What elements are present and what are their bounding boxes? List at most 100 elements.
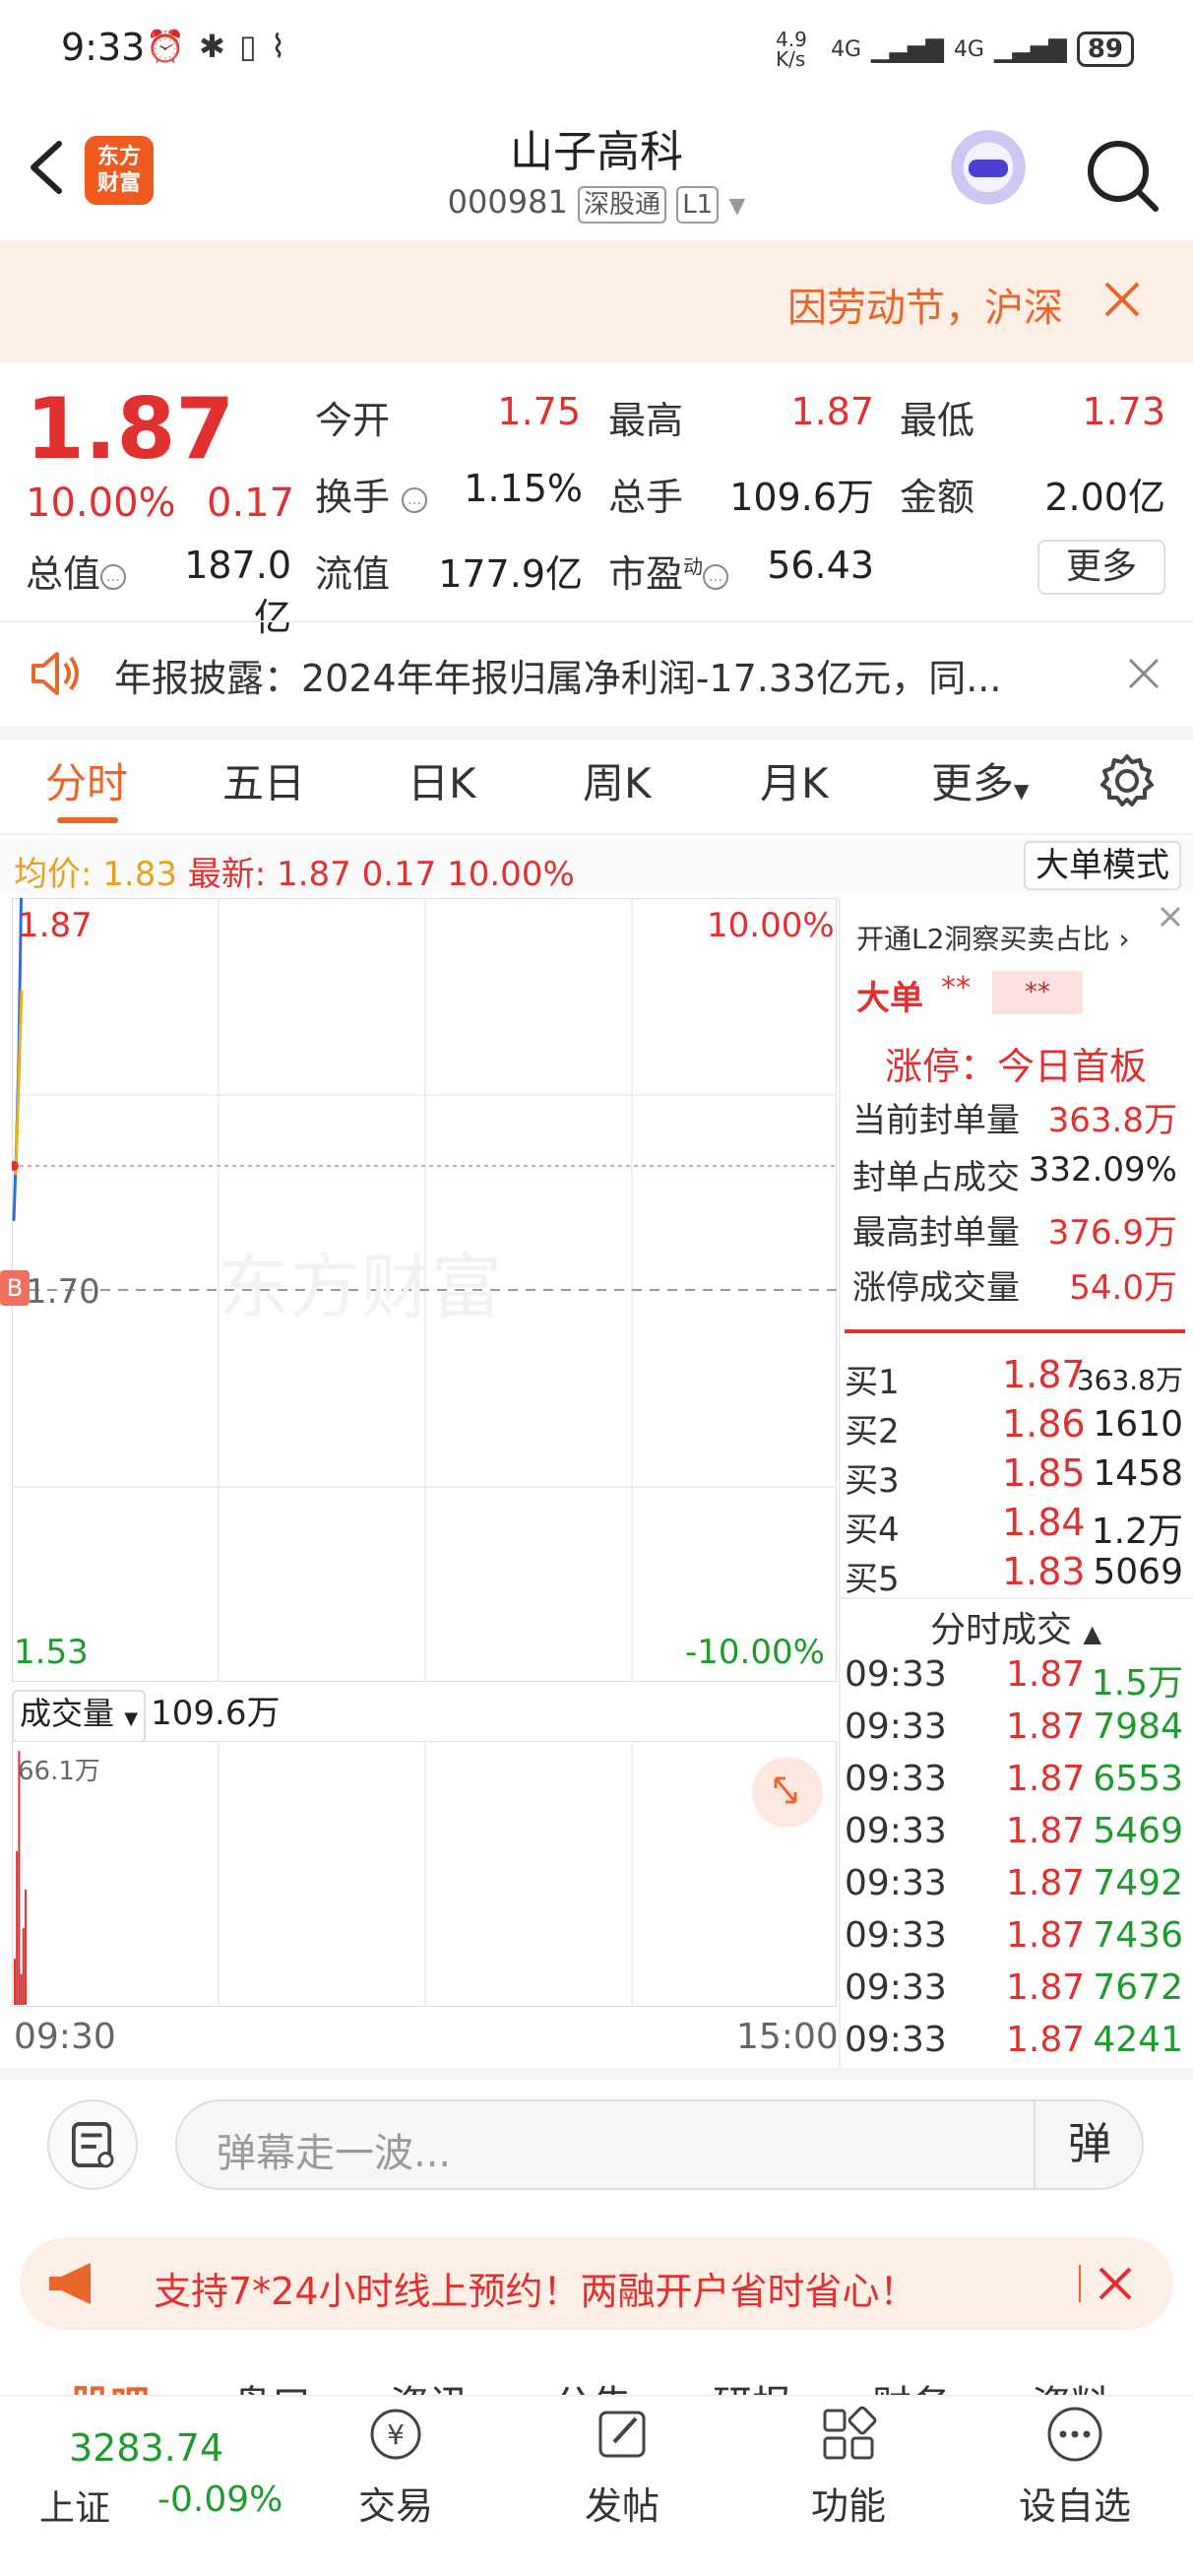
orderbook-label: 买3 [845, 1461, 900, 1501]
intraday-chart[interactable]: 东方财富 [12, 898, 837, 1682]
stat-label: 当前封单量 [852, 1101, 1020, 1140]
orderbook-label: 买2 [845, 1412, 900, 1451]
net-4g-2: 4G [953, 36, 984, 62]
assistant-robot-icon[interactable] [947, 130, 1030, 213]
tick-volume: 4241 [1093, 2020, 1183, 2060]
divider [839, 1597, 1193, 1599]
trade-button[interactable]: ¥ 交易 [317, 2403, 474, 2530]
turnover-label-text: 换手 [315, 476, 391, 519]
info-icon[interactable]: … [703, 563, 729, 590]
ticks-header-label: 分时成交 [930, 1610, 1073, 1650]
add-watchlist-label: 设自选 [1018, 2484, 1131, 2528]
edit-icon [598, 2411, 646, 2458]
mcap-label-text: 总值 [26, 552, 101, 596]
svg-text:¥: ¥ [387, 2418, 405, 2451]
float-value: 177.9亿 [438, 552, 583, 596]
trade-label: 交易 [357, 2484, 433, 2528]
tab-intraday[interactable]: 分时 [45, 750, 128, 810]
tab-daily-k[interactable]: 日K [408, 750, 476, 810]
tab-weekly-k[interactable]: 周K [583, 750, 652, 810]
stat-label: 封单占成交 [852, 1158, 1020, 1197]
avg-label: 均价: [14, 855, 93, 894]
function-button[interactable]: 功能 [770, 2403, 927, 2530]
stat-label: 涨停成交量 [852, 1268, 1020, 1308]
tab-monthly-k[interactable]: 月K [760, 750, 829, 810]
speaker-icon [31, 652, 79, 695]
index-change[interactable]: -0.09% [157, 2479, 283, 2520]
close-icon[interactable] [1095, 2263, 1136, 2304]
tab-5day[interactable]: 五日 [222, 750, 305, 810]
limit-up-status: 涨停：今日首板 [884, 1045, 1147, 1088]
stat-value: 363.8万 [1047, 1101, 1177, 1140]
promo-text: 支持7*24小时线上预约！两融开户省时省心！ [154, 2270, 917, 2313]
chart-bottom-price: 1.53 [14, 1633, 89, 1672]
tick-price: 1.87 [1006, 1863, 1086, 1903]
tick-price: 1.87 [1006, 2020, 1086, 2060]
divider [0, 727, 1193, 741]
more-button[interactable]: 更多 [1037, 540, 1165, 595]
tick-price: 1.87 [1006, 1811, 1086, 1851]
close-icon[interactable] [1124, 654, 1163, 693]
tab-more[interactable]: 更多▼ [931, 750, 1029, 810]
chart-bottom-pct: -10.00% [685, 1633, 825, 1672]
close-icon[interactable] [1154, 900, 1187, 934]
volume-bar [16, 1850, 19, 2005]
low-value: 1.73 [1082, 390, 1165, 433]
big-order-label: 大单 [856, 979, 923, 1018]
comment-list-icon[interactable] [47, 2099, 138, 2190]
volume-label: 总手 [608, 476, 684, 519]
l2-promo[interactable]: 开通L2洞察买卖占比 › [856, 918, 1130, 957]
tick-time: 09:33 [845, 1759, 947, 1799]
orderbook-price: 1.84 [1002, 1501, 1086, 1544]
expand-icon[interactable] [752, 1757, 823, 1828]
tag-l1: L1 [676, 186, 720, 224]
amount-label: 金额 [900, 476, 975, 519]
tick-volume: 1.5万 [1091, 1663, 1183, 1704]
float-label: 流值 [315, 552, 391, 596]
pe-value: 56.43 [767, 544, 874, 587]
net-4g-1: 4G [831, 36, 862, 62]
tick-time: 09:33 [845, 1707, 947, 1747]
mcap-value: 187.0亿 [184, 544, 291, 639]
buy-marker[interactable]: B [0, 1270, 30, 1306]
index-value[interactable]: 3283.74 [69, 2426, 223, 2470]
mcap-label[interactable]: 总值… [26, 544, 127, 598]
tick-time: 09:33 [845, 1915, 947, 1956]
volume-select[interactable]: 成交量 ▼ [12, 1690, 147, 1743]
change-amount: 0.17 [207, 481, 295, 526]
chart-top-price: 1.87 [18, 906, 93, 945]
pe-label[interactable]: 市盈动… [608, 544, 729, 598]
search-icon[interactable] [1083, 136, 1162, 215]
turnover-label[interactable]: 换手 … [315, 467, 428, 521]
more-dots-icon [1047, 2407, 1102, 2462]
tick-price: 1.87 [1006, 1707, 1086, 1747]
notice-text[interactable]: 年报披露：2024年年报归属净利润-17.33亿元，同... [114, 648, 1039, 702]
index-name[interactable]: 上证 [39, 2479, 110, 2531]
big-order-mode-button[interactable]: 大单模式 [1024, 841, 1181, 890]
post-button[interactable]: 发帖 [543, 2403, 701, 2530]
big-order-masked-2: ** [992, 971, 1083, 1014]
current-price: 1.87 [26, 380, 235, 479]
add-watchlist-button[interactable]: 设自选 [996, 2403, 1154, 2530]
volume-bar [25, 1889, 27, 2005]
time-start: 09:30 [14, 2017, 116, 2057]
close-icon[interactable] [1100, 278, 1144, 321]
tick-time: 09:33 [845, 2020, 947, 2060]
stock-code: 000981 [447, 183, 568, 221]
danmaku-placeholder: 弹幕走一波... [217, 2131, 452, 2176]
danmaku-toggle-button[interactable]: 弹 [1034, 2099, 1144, 2190]
tick-time: 09:33 [845, 1967, 947, 2008]
volume-row: 成交量 ▼ 109.6万 [12, 1686, 281, 1743]
chart-mid-price: 1.70 [26, 1272, 100, 1312]
yen-cycle-icon: ¥ [370, 2409, 421, 2460]
last-label: 最新: [187, 855, 267, 894]
volume-value: 109.6万 [729, 476, 874, 519]
info-icon[interactable]: … [100, 563, 127, 590]
volume-bar [20, 1973, 23, 2005]
info-icon[interactable]: … [402, 486, 428, 513]
ticks-header[interactable]: 分时成交 ▲ [839, 1601, 1193, 1652]
tick-price: 1.87 [1006, 1654, 1086, 1695]
tick-volume: 7436 [1093, 1915, 1183, 1956]
volume-total: 109.6万 [151, 1694, 281, 1733]
gear-icon[interactable] [1099, 752, 1156, 809]
